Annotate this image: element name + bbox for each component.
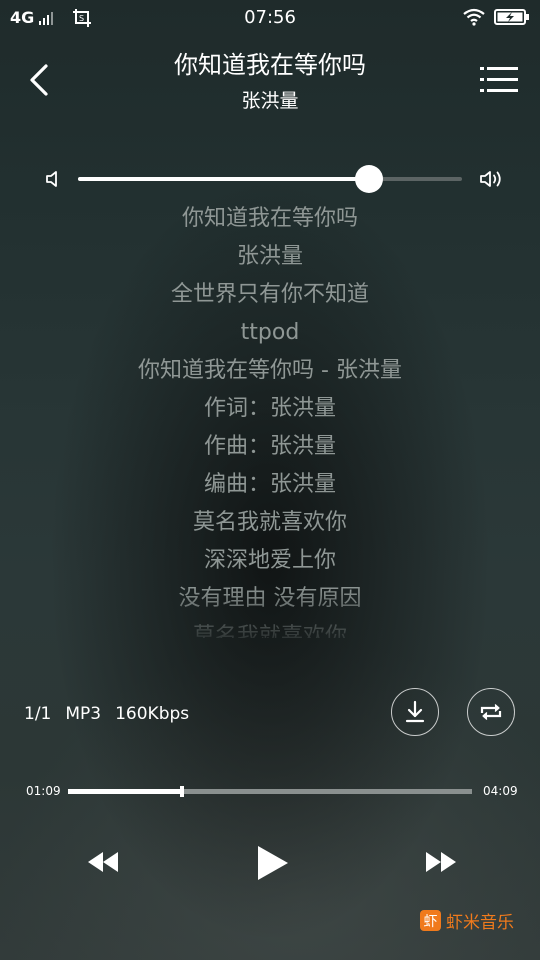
playlist-menu-button[interactable] bbox=[480, 66, 518, 94]
track-index: 1/1 bbox=[24, 704, 52, 724]
player-header: 你知道我在等你吗 张洪量 bbox=[0, 40, 540, 120]
play-button[interactable] bbox=[252, 843, 292, 883]
track-bitrate: 160Kbps bbox=[115, 704, 190, 724]
track-info: 1/1 MP3 160Kbps bbox=[24, 704, 189, 724]
song-title: 你知道我在等你吗 bbox=[174, 51, 366, 79]
wifi-icon bbox=[463, 8, 485, 26]
volume-slider[interactable] bbox=[78, 165, 462, 193]
volume-low-icon[interactable] bbox=[44, 169, 64, 189]
playback-progress: 01:09 04:09 bbox=[0, 780, 540, 804]
volume-high-icon[interactable] bbox=[478, 169, 504, 189]
lyric-line: 没有理由 没有原因 bbox=[178, 586, 362, 611]
track-format: MP3 bbox=[65, 704, 102, 724]
brand-watermark: 虾 虾米音乐 bbox=[420, 908, 514, 933]
lyric-line: 作词：张洪量 bbox=[203, 396, 336, 421]
volume-control bbox=[0, 160, 540, 200]
artist-name: 张洪量 bbox=[241, 90, 299, 112]
volume-slider-thumb[interactable] bbox=[355, 165, 384, 193]
rewind-button[interactable] bbox=[84, 847, 124, 877]
download-button[interactable] bbox=[391, 688, 439, 736]
volume-slider-fill bbox=[78, 177, 370, 181]
lyrics-panel[interactable]: 你知道我在等你吗 张洪量 全世界只有你不知道 ttpod 你知道我在等你吗 - … bbox=[0, 200, 540, 638]
repeat-icon bbox=[480, 704, 502, 720]
lyric-line: 你知道我在等你吗 - 张洪量 bbox=[138, 358, 402, 383]
lyric-line: 你知道我在等你吗 bbox=[181, 206, 358, 231]
brand-name: 虾米音乐 bbox=[446, 913, 514, 933]
progress-bar-thumb[interactable] bbox=[179, 786, 184, 797]
status-clock: 07:56 bbox=[244, 7, 296, 28]
lyric-line: 张洪量 bbox=[236, 244, 303, 269]
progress-bar[interactable] bbox=[68, 786, 472, 797]
lyric-line: 编曲：张洪量 bbox=[203, 472, 336, 497]
lyric-line: 莫名我就喜欢你 bbox=[192, 510, 347, 535]
fast-forward-button[interactable] bbox=[420, 847, 460, 877]
battery-charging-icon bbox=[494, 9, 529, 25]
lyric-line: 作曲：张洪量 bbox=[203, 434, 336, 459]
lyric-line: 深深地爱上你 bbox=[203, 548, 336, 573]
progress-bar-fill bbox=[68, 789, 182, 794]
lyric-line: ttpod bbox=[240, 320, 300, 345]
current-time: 01:09 bbox=[26, 784, 61, 798]
repeat-button[interactable] bbox=[467, 688, 515, 736]
lyric-line: 全世界只有你不知道 bbox=[170, 282, 369, 307]
playback-controls bbox=[0, 835, 540, 895]
status-bar: 4G S 07:56 bbox=[0, 0, 540, 36]
total-time: 04:09 bbox=[483, 784, 518, 798]
brand-logo-icon: 虾 bbox=[420, 910, 441, 931]
download-icon bbox=[405, 700, 425, 723]
track-info-row: 1/1 MP3 160Kbps bbox=[0, 688, 540, 738]
lyric-line: 莫名我就喜欢你 bbox=[192, 624, 347, 638]
brand-logo-char: 虾 bbox=[423, 913, 438, 930]
